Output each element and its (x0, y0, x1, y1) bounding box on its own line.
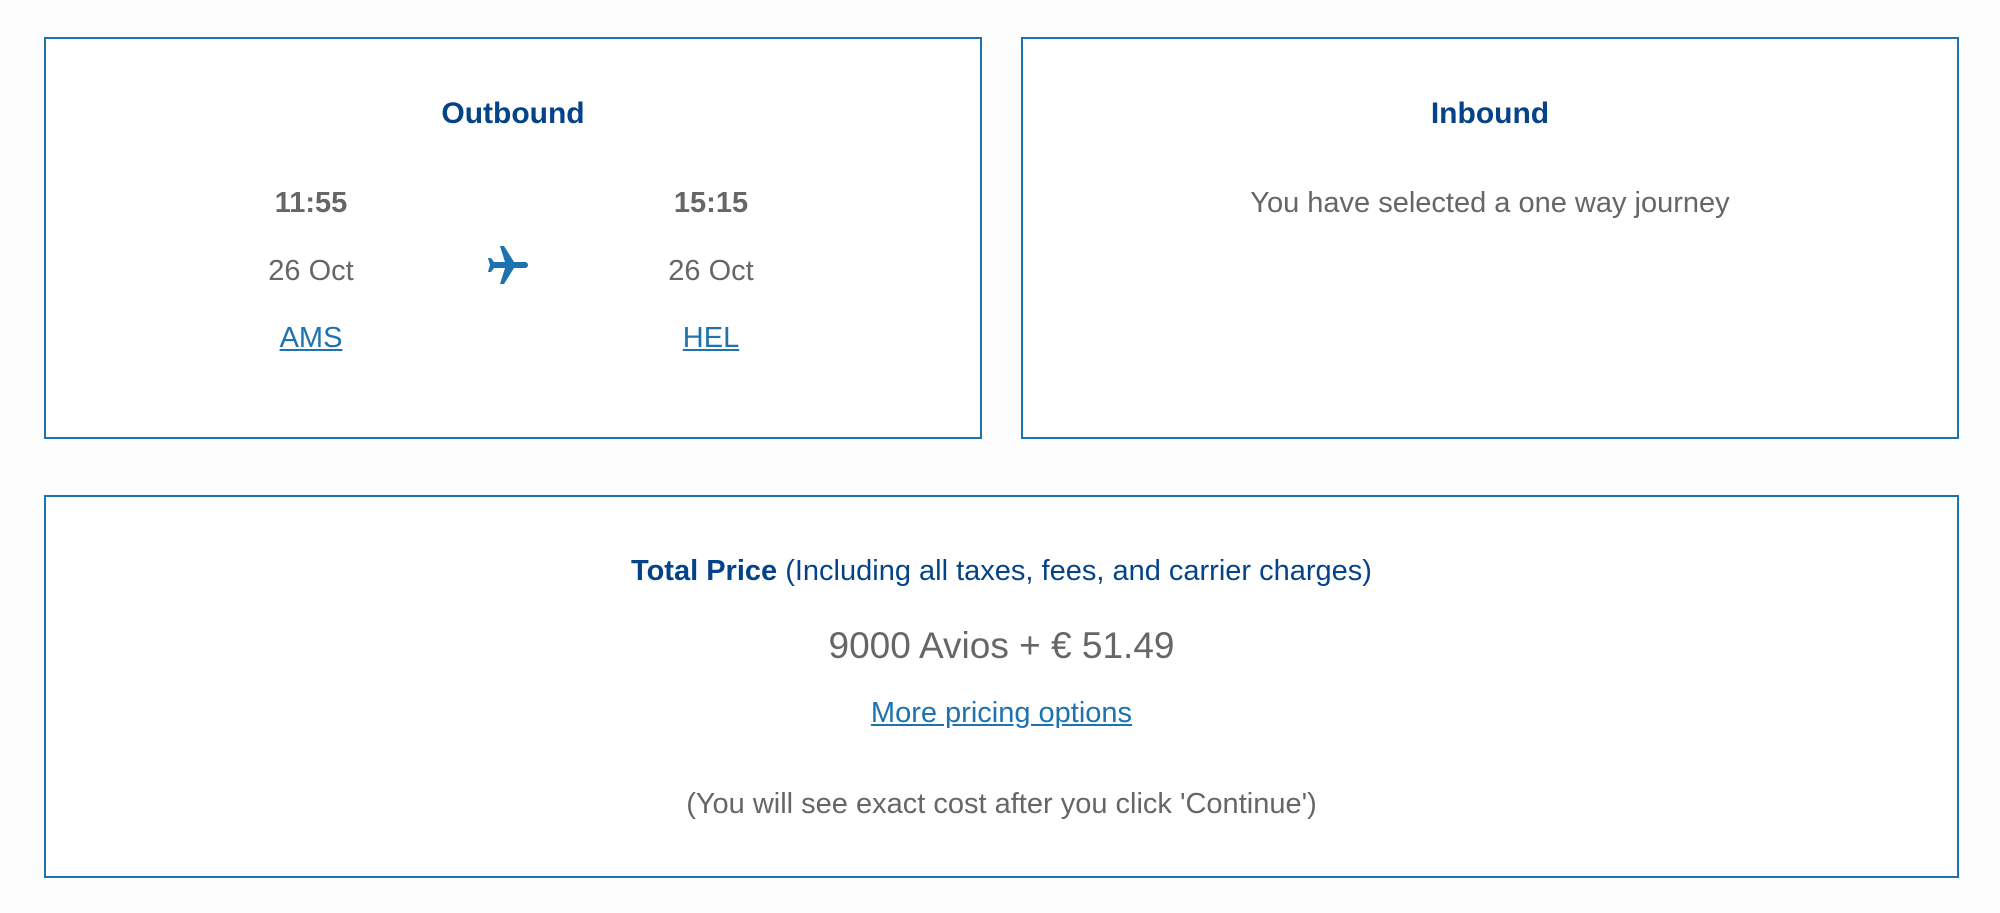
inbound-title: Inbound (1430, 97, 1550, 130)
departure-time: 11:55 (274, 187, 348, 219)
departure-airport-link[interactable]: AMS (211, 322, 411, 355)
airplane-icon (488, 246, 528, 284)
outbound-title: Outbound (441, 97, 585, 130)
pricing-link-row: More pricing options (46, 697, 1957, 730)
departure-date: 26 Oct (268, 255, 354, 287)
total-price-qualifier: (Including all taxes, fees, and carrier … (785, 555, 1372, 587)
inbound-panel: Inbound You have selected a one way jour… (1021, 37, 1959, 439)
more-pricing-options-link[interactable]: More pricing options (871, 697, 1132, 729)
total-price-value: 9000 Avios + € 51.49 (828, 625, 1175, 666)
outbound-panel: Outbound 11:55 26 Oct AMS 15:15 26 Oct H… (44, 37, 982, 439)
one-way-message: You have selected a one way journey (1250, 187, 1730, 219)
total-price-label: Total Price (631, 555, 778, 587)
arrival-time: 15:15 (673, 187, 749, 219)
total-price-panel: Total Price (Including all taxes, fees, … (44, 495, 1959, 878)
total-price-heading: Total Price (Including all taxes, fees, … (46, 555, 1957, 588)
arrival-airport-link[interactable]: HEL (611, 322, 811, 355)
exact-cost-note: (You will see exact cost after you click… (686, 788, 1317, 820)
arrival-date: 26 Oct (668, 255, 754, 287)
